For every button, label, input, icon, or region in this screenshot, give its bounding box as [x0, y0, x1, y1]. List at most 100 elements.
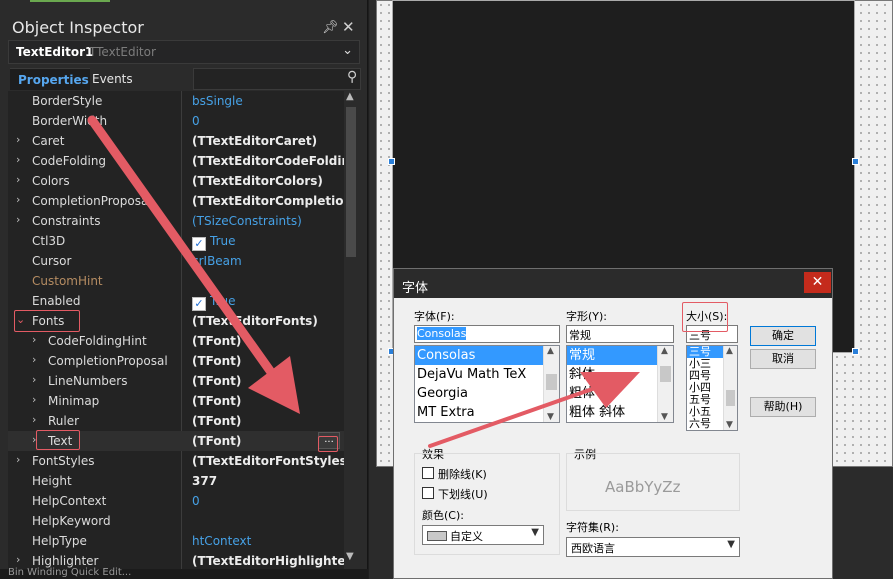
property-row[interactable]: HelpType htContext [8, 531, 344, 551]
font-style-list[interactable]: 常规 斜体 粗体 粗体 斜体 ▲ ▼ [566, 345, 674, 423]
property-row[interactable]: › Ruler (TFont) [8, 411, 344, 431]
property-row[interactable]: › CompletionProposal (TTextEditorCompletio… [8, 191, 344, 211]
scroll-down-icon[interactable]: ▼ [346, 551, 354, 562]
resize-handle-left[interactable] [388, 158, 395, 165]
dialog-close-button[interactable]: ✕ [804, 272, 831, 293]
chevron-down-icon[interactable]: ⌄ [342, 43, 353, 58]
annotation-box-text [36, 430, 80, 450]
property-row[interactable]: › CompletionProposal (TFont) [8, 351, 344, 371]
font-list-item[interactable]: Consolas [415, 346, 559, 365]
property-value[interactable]: (TTextEditorCodeFolding) [192, 154, 344, 168]
scroll-up-icon[interactable]: ▲ [346, 91, 354, 102]
ok-button[interactable]: 确定 [750, 326, 816, 346]
property-grid-scrollbar[interactable]: ▲ ▼ [344, 91, 358, 569]
property-value[interactable]: (TTextEditorColors) [192, 174, 344, 188]
resize-handle-right[interactable] [852, 158, 859, 165]
chevron-down-icon[interactable]: ▼ [531, 527, 539, 538]
chevron-right-icon[interactable]: › [16, 213, 20, 226]
property-value[interactable]: ✓ True [192, 294, 344, 311]
property-value[interactable]: (TTextEditorHighlighter) [192, 554, 344, 568]
size-list-scrollbar[interactable]: ▲ ▼ [723, 346, 737, 430]
chevron-right-icon[interactable]: › [16, 153, 20, 166]
font-style-input[interactable]: 常规 [566, 325, 674, 343]
chevron-right-icon[interactable]: › [32, 373, 36, 386]
window-top-fragment [30, 0, 110, 6]
property-row[interactable]: › Constraints (TSizeConstraints) [8, 211, 344, 231]
pin-icon[interactable]: 📌︎ [322, 20, 339, 35]
charset-combo[interactable]: 西欧语言 ▼ [566, 537, 740, 557]
property-row[interactable]: › Colors (TTextEditorColors) [8, 171, 344, 191]
property-value[interactable]: (TTextEditorFonts) [192, 314, 344, 328]
chevron-right-icon[interactable]: › [32, 413, 36, 426]
property-value[interactable]: crIBeam [192, 254, 344, 268]
component-selector[interactable]: TextEditor1 TTextEditor ⌄ [8, 40, 360, 64]
property-name: Ctl3D [32, 234, 66, 248]
color-combo[interactable]: 自定义 ▼ [422, 525, 544, 545]
font-name-input[interactable]: Consolas [414, 325, 560, 343]
property-checkbox[interactable]: ✓ [192, 237, 206, 251]
chevron-right-icon[interactable]: › [16, 193, 20, 206]
property-value[interactable]: (TTextEditorCaret) [192, 134, 344, 148]
property-value-text: (TFont) [192, 374, 242, 388]
property-row[interactable]: HelpKeyword [8, 511, 344, 531]
property-value[interactable]: (TFont) [192, 414, 344, 428]
property-row[interactable]: Cursor crIBeam [8, 251, 344, 271]
font-size-list[interactable]: 三号 小三 四号 小四 五号 小五 六号 ▲ ▼ [686, 345, 738, 431]
property-row[interactable]: › FontStyles (TTextEditorFontStyles) [8, 451, 344, 471]
chevron-down-icon[interactable]: ▼ [727, 539, 735, 550]
search-icon[interactable]: ⚲ [347, 69, 357, 85]
property-row[interactable]: Enabled ✓ True [8, 291, 344, 311]
chevron-right-icon[interactable]: › [32, 353, 36, 366]
chevron-right-icon[interactable]: › [16, 453, 20, 466]
property-value[interactable]: (TFont) [192, 334, 344, 348]
chevron-right-icon[interactable]: › [16, 553, 20, 566]
underline-checkbox[interactable] [422, 487, 434, 499]
property-row[interactable]: Height 377 [8, 471, 344, 491]
property-value[interactable]: 377 [192, 474, 344, 488]
cancel-button[interactable]: 取消 [750, 349, 816, 369]
property-value-text: True [210, 234, 236, 248]
chevron-right-icon[interactable]: › [16, 133, 20, 146]
font-list[interactable]: Consolas DejaVu Math TeX Georgia MT Extra ▲ ▼ [414, 345, 560, 423]
property-row[interactable]: HelpContext 0 [8, 491, 344, 511]
property-value[interactable]: (TSizeConstraints) [192, 214, 344, 228]
close-icon[interactable]: ✕ [342, 18, 355, 36]
font-list-item[interactable]: Georgia [415, 384, 559, 403]
font-list-item[interactable]: DejaVu Math TeX [415, 365, 559, 384]
property-value[interactable]: (TTextEditorCompletionProposal) [192, 194, 344, 208]
help-button[interactable]: 帮助(H) [750, 397, 816, 417]
property-value[interactable]: bsSingle [192, 94, 344, 108]
property-row[interactable]: BorderWidth 0 [8, 111, 344, 131]
property-row[interactable]: BorderStyle bsSingle [8, 91, 344, 111]
property-row[interactable]: › Caret (TTextEditorCaret) [8, 131, 344, 151]
property-value[interactable]: (TFont) [192, 374, 344, 388]
chevron-right-icon[interactable]: › [32, 333, 36, 346]
property-value[interactable]: (TFont) [192, 394, 344, 408]
chevron-right-icon[interactable]: › [16, 173, 20, 186]
property-checkbox[interactable]: ✓ [192, 297, 206, 311]
property-value[interactable]: (TFont) [192, 354, 344, 368]
tab-properties[interactable]: Properties [10, 68, 90, 90]
property-value[interactable]: 0 [192, 114, 344, 128]
property-search-input[interactable]: ⚲ [193, 68, 361, 90]
component-name: TextEditor1 [16, 45, 94, 59]
property-value[interactable]: ✓ True [192, 234, 344, 251]
property-row[interactable]: › LineNumbers (TFont) [8, 371, 344, 391]
property-row[interactable]: Ctl3D ✓ True [8, 231, 344, 251]
style-list-scrollbar[interactable]: ▲ ▼ [657, 346, 673, 422]
chevron-right-icon[interactable]: › [32, 393, 36, 406]
property-row[interactable]: › CodeFoldingHint (TFont) [8, 331, 344, 351]
tab-events[interactable]: Events [92, 72, 133, 86]
property-row[interactable]: › CodeFolding (TTextEditorCodeFolding) [8, 151, 344, 171]
font-list-item[interactable]: MT Extra [415, 403, 559, 422]
font-list-scrollbar[interactable]: ▲ ▼ [543, 346, 559, 422]
property-value[interactable]: htContext [192, 534, 344, 548]
property-name: Ruler [48, 414, 80, 428]
strikeout-checkbox[interactable] [422, 467, 434, 479]
property-row[interactable]: CustomHint [8, 271, 344, 291]
property-value[interactable]: (TTextEditorFontStyles) [192, 454, 344, 468]
scroll-thumb[interactable] [346, 107, 356, 257]
property-value[interactable]: 0 [192, 494, 344, 508]
resize-handle-bottom-right[interactable] [852, 348, 859, 355]
property-row[interactable]: › Minimap (TFont) [8, 391, 344, 411]
